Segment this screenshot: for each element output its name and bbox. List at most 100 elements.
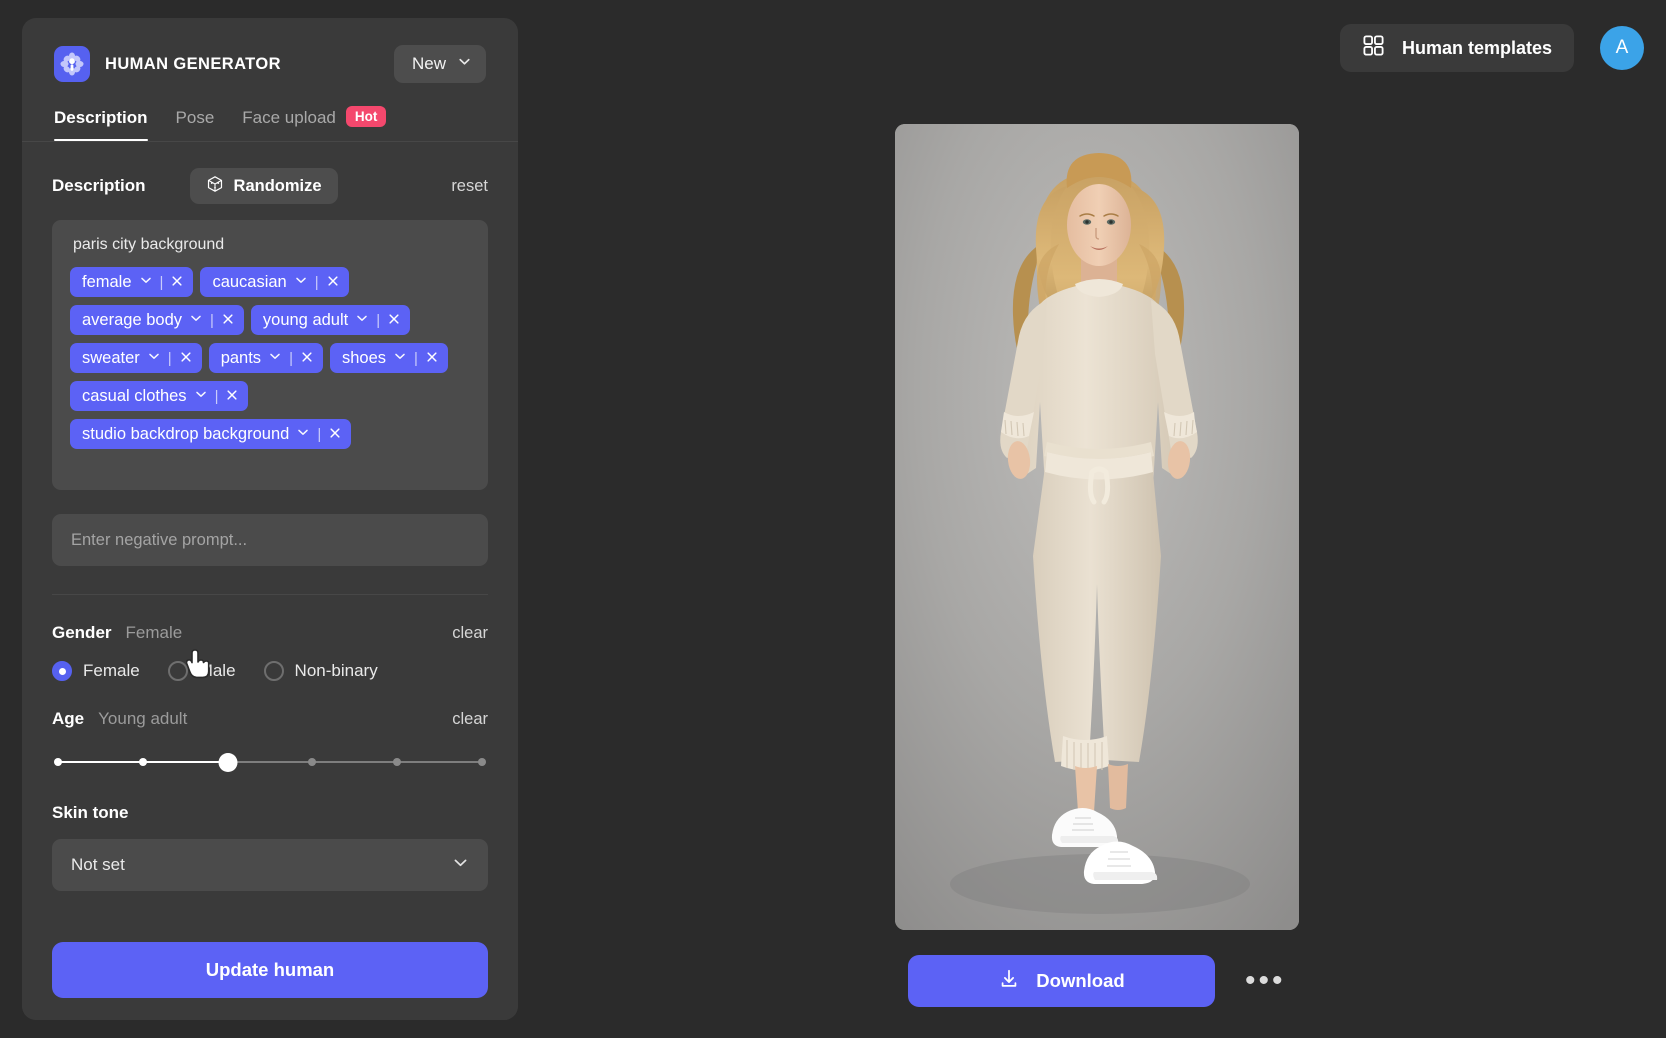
skin-tone-select[interactable]: Not set xyxy=(52,839,488,891)
chevron-down-icon[interactable] xyxy=(296,425,310,444)
tag-separator: | xyxy=(210,311,214,329)
tag-chip[interactable]: caucasian | xyxy=(200,267,349,297)
age-slider-thumb[interactable] xyxy=(218,752,238,772)
generated-image[interactable] xyxy=(895,124,1299,930)
flower-petals-icon xyxy=(54,46,90,82)
tag-label: studio backdrop background xyxy=(82,424,290,443)
close-icon[interactable] xyxy=(225,388,239,405)
gender-option-nonbinary[interactable]: Non-binary xyxy=(263,661,378,681)
description-title: Description xyxy=(52,176,146,195)
tag-separator: | xyxy=(289,349,293,367)
age-value: Young adult xyxy=(98,709,188,728)
chevron-down-icon xyxy=(457,54,472,74)
tag-separator: | xyxy=(376,311,381,329)
gender-option-female[interactable]: Female xyxy=(52,661,140,681)
close-icon[interactable] xyxy=(387,312,401,329)
age-clear-link[interactable]: clear xyxy=(452,710,488,729)
panel-scroll-body: Description Randomize reset paris city b… xyxy=(22,142,518,1020)
radio-dot-male xyxy=(167,661,188,681)
radio-dot-nonbinary xyxy=(263,661,284,681)
tab-pose[interactable]: Pose xyxy=(176,108,215,141)
close-icon[interactable] xyxy=(300,350,314,367)
skin-tone-label: Skin tone xyxy=(52,803,129,822)
tag-chip[interactable]: average body | xyxy=(70,305,244,335)
tag-label: caucasian xyxy=(212,272,287,291)
tag-chip[interactable]: casual clothes | xyxy=(70,381,249,411)
tag-separator: | xyxy=(314,273,319,291)
randomize-button[interactable]: Randomize xyxy=(189,168,338,204)
chevron-down-icon[interactable] xyxy=(268,349,282,368)
tab-description-label: Description xyxy=(54,108,148,127)
age-slider-tick[interactable] xyxy=(138,758,147,766)
randomize-label: Randomize xyxy=(233,176,322,195)
age-slider-tick[interactable] xyxy=(478,758,486,766)
gender-header: Gender Female clear xyxy=(52,623,488,643)
tag-chip[interactable]: young adult | xyxy=(250,305,411,335)
tag-chip[interactable]: shoes | xyxy=(329,343,448,373)
age-label: Age xyxy=(52,709,85,728)
avatar[interactable]: A xyxy=(1600,26,1644,70)
preview-container xyxy=(895,124,1299,930)
gender-option-male-label: Male xyxy=(198,661,236,680)
gender-option-male[interactable]: Male xyxy=(167,661,236,681)
grid-2x2-icon xyxy=(1362,34,1385,62)
tab-face-upload-label: Face upload xyxy=(242,108,336,127)
tag-label: shoes xyxy=(341,348,386,367)
tag-chip[interactable]: female | xyxy=(70,267,194,297)
negative-prompt-input[interactable] xyxy=(52,514,488,566)
reset-link[interactable]: reset xyxy=(451,177,488,196)
gender-label: Gender xyxy=(52,623,112,642)
chevron-down-icon[interactable] xyxy=(139,273,153,292)
download-label: Download xyxy=(1036,970,1125,991)
brand-row: HUMAN GENERATOR New xyxy=(54,44,486,84)
tag-chip[interactable]: pants | xyxy=(208,343,323,373)
download-button[interactable]: Download xyxy=(908,955,1215,1007)
update-human-button[interactable]: Update human xyxy=(52,942,488,998)
description-header: Description Randomize reset xyxy=(52,168,488,204)
tag-separator: | xyxy=(159,273,164,291)
tag-label: young adult xyxy=(262,310,349,329)
new-button[interactable]: New xyxy=(393,45,486,83)
tag-label: casual clothes xyxy=(82,386,187,405)
gender-option-nonbinary-label: Non-binary xyxy=(294,661,378,680)
chevron-down-icon[interactable] xyxy=(294,273,308,292)
chevron-down-icon[interactable] xyxy=(355,311,369,330)
chevron-down-icon xyxy=(452,854,469,876)
close-icon[interactable] xyxy=(326,274,340,291)
tag-chip[interactable]: studio backdrop background | xyxy=(70,419,352,449)
chevron-down-icon[interactable] xyxy=(147,349,161,368)
chevron-down-icon[interactable] xyxy=(393,349,407,368)
close-icon[interactable] xyxy=(170,274,184,291)
age-slider[interactable] xyxy=(52,751,488,773)
panel-footer: Update human xyxy=(22,924,518,1020)
new-button-label: New xyxy=(411,54,446,73)
description-tag-field[interactable]: paris city background female | caucasian | a… xyxy=(52,220,488,490)
tag-label: pants xyxy=(220,348,262,367)
close-icon[interactable] xyxy=(179,350,193,367)
tag-separator: | xyxy=(167,349,172,367)
tab-bar: Description Pose Face upload Hot xyxy=(54,106,486,141)
ellipsis-icon[interactable]: ••• xyxy=(1237,966,1294,996)
tab-description[interactable]: Description xyxy=(54,108,148,141)
age-slider-tick[interactable] xyxy=(54,758,62,766)
tag-chip[interactable]: sweater | xyxy=(70,343,202,373)
tag-separator: | xyxy=(414,349,418,367)
tag-label: sweater xyxy=(82,348,140,367)
age-slider-tick[interactable] xyxy=(308,758,317,766)
avatar-initial: A xyxy=(1615,37,1629,58)
chevron-down-icon[interactable] xyxy=(194,387,208,406)
brand-name: HUMAN GENERATOR xyxy=(105,54,281,73)
tag-label: female xyxy=(82,272,132,291)
chevron-down-icon[interactable] xyxy=(189,311,203,330)
app-root: HUMAN GENERATOR New Description Pose Fac… xyxy=(0,0,1666,1038)
age-slider-tick[interactable] xyxy=(393,758,402,766)
human-templates-button[interactable]: Human templates xyxy=(1339,24,1574,72)
close-icon[interactable] xyxy=(221,312,235,329)
gender-clear-link[interactable]: clear xyxy=(452,624,488,643)
download-arrow-icon xyxy=(998,968,1020,995)
close-icon[interactable] xyxy=(328,426,342,443)
tab-face-upload[interactable]: Face upload Hot xyxy=(242,106,387,141)
hot-badge: Hot xyxy=(345,106,387,127)
description-section: Description Randomize reset paris city b… xyxy=(22,168,518,951)
close-icon[interactable] xyxy=(425,350,439,367)
